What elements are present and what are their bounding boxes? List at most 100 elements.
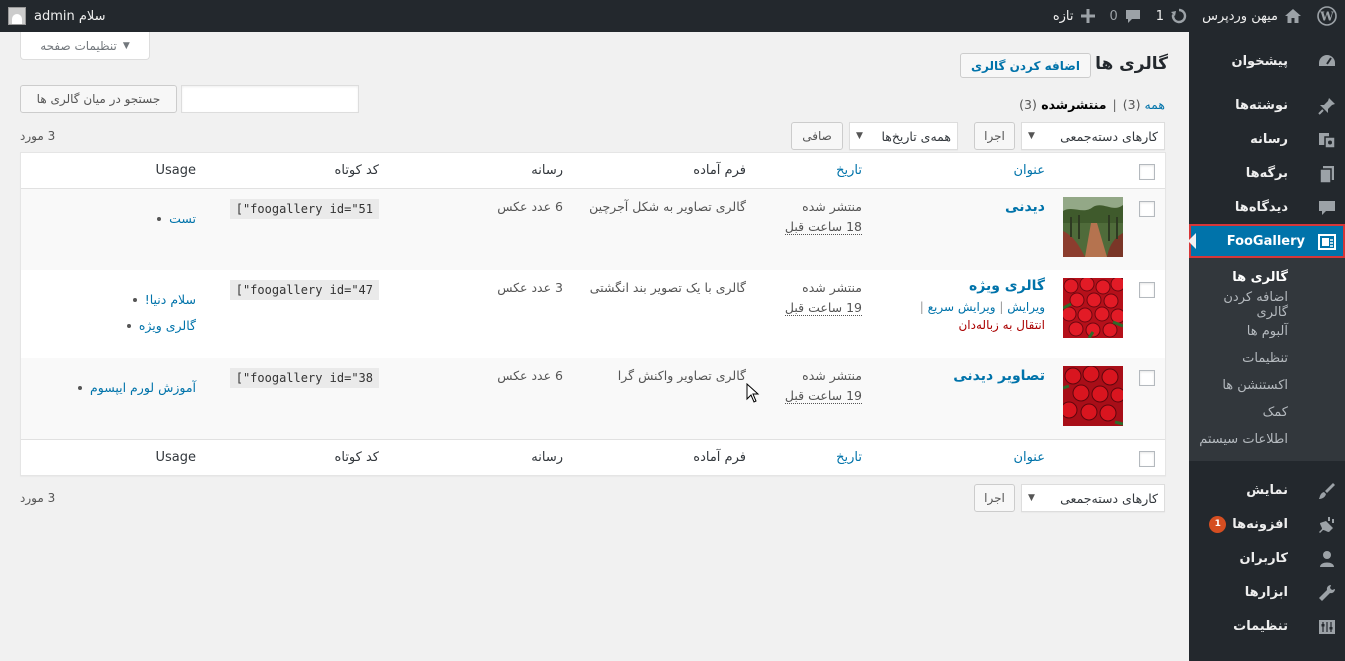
post-status: منتشر شده <box>802 199 862 214</box>
screen-options-toggle[interactable]: ▼ تنظیمات صفحه <box>20 32 150 60</box>
usage-link[interactable]: سلام دنیا! <box>145 287 196 313</box>
date-cell: منتشر شده 19 ساعت قبل <box>784 366 862 406</box>
row-checkbox[interactable] <box>1139 370 1155 386</box>
updates-count: 1 <box>1155 8 1165 24</box>
menu-item-plugins[interactable]: افزونه‌ها 1 <box>1189 507 1345 541</box>
plugins-update-badge: 1 <box>1209 515 1227 533</box>
gallery-title-link[interactable]: گالری ویژه <box>969 278 1045 294</box>
column-date-footer[interactable]: تاریخ <box>836 450 862 465</box>
title-cell: گالری ویژه ویرایش | ویرایش سریع | انتقال… <box>920 276 1045 335</box>
post-time: 19 ساعت قبل <box>784 300 862 316</box>
admin-bar: W میهن وردپرس 1 0 تازه سلام admin <box>0 0 1345 32</box>
main-content: ▼ تنظیمات صفحه گالری ها اضافه کردن گالری… <box>0 32 1189 661</box>
bulk-actions-select[interactable]: کارهای دسته‌جمعی ▼ <box>1021 122 1165 150</box>
screen-options-label: تنظیمات صفحه <box>40 38 117 53</box>
menu-item-posts[interactable]: نوشته‌ها <box>1189 88 1345 122</box>
filter-all-count: (3) <box>1122 97 1141 112</box>
shortcode-cell[interactable]: ["foogallery id="51 <box>229 199 379 219</box>
gallery-thumbnail[interactable] <box>1063 197 1123 257</box>
menu-item-tools[interactable]: ابزارها <box>1189 575 1345 609</box>
updates-menu[interactable]: 1 <box>1149 0 1195 32</box>
menu-item-users[interactable]: کاربران <box>1189 541 1345 575</box>
submenu-settings[interactable]: تنظیمات <box>1189 345 1345 372</box>
menu-item-settings[interactable]: تنظیمات <box>1189 609 1345 643</box>
filter-separator: | <box>1112 97 1117 112</box>
filter-published[interactable]: منتشرشده (3) <box>1019 97 1106 112</box>
row-checkbox[interactable] <box>1139 201 1155 217</box>
filter-button[interactable]: صافی <box>791 122 843 150</box>
menu-item-media[interactable]: رسانه <box>1189 122 1345 156</box>
menu-item-label: دیدگاه‌ها <box>1234 199 1288 215</box>
column-date-header[interactable]: تاریخ <box>836 163 862 178</box>
site-name-menu[interactable]: میهن وردپرس <box>1195 0 1309 32</box>
chevron-down-icon: ▼ <box>1028 131 1035 141</box>
filter-all[interactable]: همه (3) <box>1123 97 1165 112</box>
usage-link[interactable]: آموزش لورم ایپسوم <box>90 375 196 401</box>
gallery-title-link[interactable]: تصاویر دیدنی <box>953 368 1045 384</box>
galleries-table: عنوان تاریخ فرم آماده رسانه کد کوتاه Usa… <box>20 152 1166 476</box>
search-input[interactable] <box>181 85 359 113</box>
tools-icon <box>1317 583 1337 603</box>
column-usage-footer: Usage <box>155 450 196 465</box>
gallery-thumbnail[interactable] <box>1063 278 1123 338</box>
submenu-albums[interactable]: آلبوم ها <box>1189 318 1345 345</box>
my-account-menu[interactable]: سلام admin <box>8 0 106 32</box>
menu-item-dashboard[interactable]: پیشخوان <box>1189 44 1345 78</box>
date-filter-select[interactable]: همه‌ی تاریخ‌ها ▼ <box>849 122 958 150</box>
template-cell: گالری با یک تصویر بند انگشتی <box>589 280 746 295</box>
filter-published-count: (3) <box>1019 97 1037 112</box>
usage-list: آموزش لورم ایپسوم <box>78 375 196 401</box>
wp-logo-menu[interactable]: W <box>1309 0 1345 32</box>
bulk-actions-select-bottom[interactable]: کارهای دسته‌جمعی ▼ <box>1021 484 1165 512</box>
row-actions: ویرایش | ویرایش سریع | <box>920 297 1045 317</box>
post-time: 19 ساعت قبل <box>784 388 862 404</box>
quick-edit-link[interactable]: ویرایش سریع <box>928 300 996 314</box>
column-title-footer[interactable]: عنوان <box>1013 450 1045 465</box>
submenu-system-info[interactable]: اطلاعات سیستم <box>1189 426 1345 453</box>
apply-bulk-button[interactable]: اجرا <box>974 122 1015 150</box>
menu-item-foogallery[interactable]: FooGallery <box>1188 224 1345 258</box>
gallery-thumbnail[interactable] <box>1063 366 1123 426</box>
media-icon <box>1317 130 1337 150</box>
row-actions-2: انتقال به زباله‌دان <box>920 315 1045 335</box>
column-title-header[interactable]: عنوان <box>1013 163 1045 178</box>
chevron-down-icon: ▼ <box>122 40 130 51</box>
edit-link[interactable]: ویرایش <box>1007 300 1045 314</box>
plugin-icon <box>1317 515 1337 535</box>
submenu-add-gallery[interactable]: اضافه کردن گالری <box>1189 290 1345 320</box>
usage-link[interactable]: تست <box>169 206 196 232</box>
column-usage-header: Usage <box>155 163 196 178</box>
row-checkbox[interactable] <box>1139 282 1155 298</box>
submenu-extensions[interactable]: اکستنشن ها <box>1189 372 1345 399</box>
gallery-title-link[interactable]: دیدنی <box>1005 199 1045 215</box>
date-cell: منتشر شده 19 ساعت قبل <box>784 278 862 318</box>
new-content-menu[interactable]: تازه <box>1046 0 1103 32</box>
menu-item-pages[interactable]: برگه‌ها <box>1189 156 1345 190</box>
menu-item-label: FooGallery <box>1226 233 1305 249</box>
select-all-checkbox-footer[interactable] <box>1139 451 1155 467</box>
shortcode-cell[interactable]: ["foogallery id="38 <box>229 368 379 388</box>
search-galleries-button[interactable]: جستجو در میان گالری ها <box>20 85 177 113</box>
usage-link[interactable]: گالری ویژه <box>139 313 196 339</box>
items-count-top: 3 مورد <box>20 129 56 143</box>
menu-item-comments[interactable]: دیدگاه‌ها <box>1189 190 1345 224</box>
usage-item: تست <box>157 206 196 232</box>
pin-icon <box>1317 96 1337 116</box>
new-label: تازه <box>1052 8 1074 24</box>
menu-item-appearance[interactable]: نمایش <box>1189 473 1345 507</box>
apply-bulk-button-bottom[interactable]: اجرا <box>974 484 1015 512</box>
submenu-galleries[interactable]: گالری ها <box>1189 264 1345 291</box>
post-status: منتشر شده <box>802 368 862 383</box>
select-all-checkbox[interactable] <box>1139 164 1155 180</box>
shortcode-cell[interactable]: ["foogallery id="47 <box>229 280 379 300</box>
add-gallery-button[interactable]: اضافه کردن گالری <box>959 53 1091 78</box>
date-cell: منتشر شده 18 ساعت قبل <box>784 197 862 237</box>
howdy-text: سلام admin <box>34 8 106 24</box>
column-media-footer: رسانه <box>531 450 563 465</box>
submenu-help[interactable]: کمک <box>1189 399 1345 426</box>
comments-menu[interactable]: 0 <box>1103 0 1149 32</box>
mouse-cursor-icon <box>746 382 760 407</box>
status-filters: همه (3) | منتشرشده (3) <box>1019 97 1165 112</box>
tablenav-top: کارهای دسته‌جمعی ▼ اجرا همه‌ی تاریخ‌ها ▼… <box>791 122 1165 150</box>
trash-link[interactable]: انتقال به زباله‌دان <box>958 318 1045 332</box>
